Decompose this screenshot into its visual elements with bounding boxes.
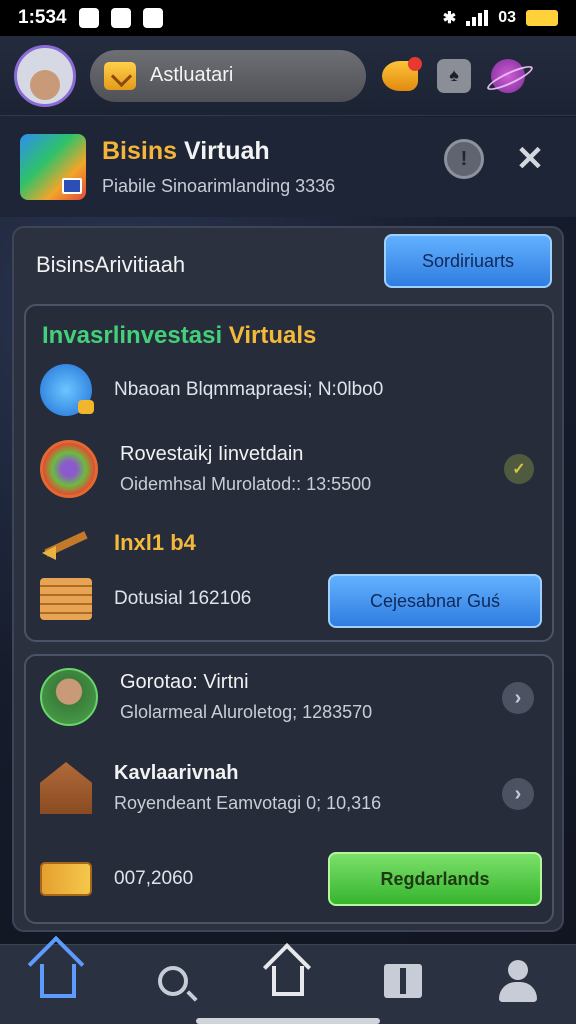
status-time: 1:534 — [18, 7, 67, 28]
coin-icon — [40, 440, 98, 498]
list-item-title: Kavlaarivnah — [114, 762, 239, 784]
app-logo — [20, 134, 86, 200]
profile-icon — [497, 959, 539, 1002]
card-heading-yellow: Virtuals — [228, 322, 317, 349]
check-icon: ✓ — [512, 461, 526, 478]
arrow-icon — [40, 528, 92, 558]
nav-home[interactable] — [28, 951, 88, 1011]
app-title-part1: Bisins — [102, 137, 178, 165]
house-icon — [271, 965, 304, 996]
list-item-title: Rovestaikj Iinvetdain — [120, 443, 304, 465]
map-icon — [384, 963, 423, 998]
app-title-part2: Virtuah — [183, 137, 270, 165]
list-item-subtitle: Glolarmeal Aluroletog; 1283570 — [120, 702, 373, 722]
card-heading-green: Invasrlinvestasi — [42, 322, 223, 349]
chevron-right-icon: › — [514, 782, 522, 805]
search-pill[interactable]: Astluatari — [90, 49, 366, 102]
investment-card: Invasrlinvestasi Virtuals Nbaoan Blqmmap… — [24, 304, 554, 642]
tag-button[interactable]: ♠ — [434, 56, 474, 96]
list-item[interactable]: Nbaoan Blqmmapraesi; N:0lbo0 — [40, 364, 383, 416]
chevron-right-icon: › — [514, 686, 522, 709]
list-item[interactable]: Kavlaarivnah Royendeant Eamvotagi 0; 10,… — [40, 762, 381, 814]
card-action-button[interactable]: Cejesabnar Guś — [328, 574, 542, 628]
user-avatar[interactable] — [14, 44, 76, 107]
home-icon — [39, 963, 76, 998]
list-item-text: Dotusial 162106 — [114, 588, 252, 609]
close-icon: ✕ — [515, 140, 545, 178]
battery-icon — [526, 10, 558, 26]
cash-icon — [40, 862, 92, 896]
status-right-text: 03 — [498, 9, 516, 26]
home-indicator — [196, 1018, 380, 1024]
status-bar: 1:534 ✱ 03 — [0, 0, 576, 36]
info-icon: ! — [460, 147, 468, 170]
list-item-subtitle: Royendeant Eamvotagi 0; 10,316 — [114, 793, 382, 813]
bluetooth-icon: ✱ — [442, 10, 457, 27]
chevron-right-button[interactable]: › — [502, 778, 534, 810]
app-header: Bisins Virtuah Piabile Sinoarimlanding 3… — [0, 117, 576, 217]
horn-icon — [382, 56, 422, 91]
notification-heart-icon — [142, 8, 163, 28]
search-pill-label: Astluatari — [150, 64, 234, 86]
nav-property[interactable] — [258, 951, 318, 1011]
list-item[interactable]: Rovestaikj Iinvetdain Oidemhsal Murolato… — [40, 440, 371, 498]
planet-button[interactable] — [488, 56, 528, 96]
app-subtitle: Piabile Sinoarimlanding 3336 — [102, 176, 336, 196]
portfolio-card: Gorotao: Virtni Glolarmeal Aluroletog; 1… — [24, 654, 554, 924]
list-item-text: Nbaoan Blqmmapraesi; N:0lbo0 — [114, 379, 384, 400]
nav-profile[interactable] — [488, 951, 548, 1011]
notification-g-icon — [78, 8, 99, 28]
app-title: Bisins Virtuah — [102, 137, 335, 166]
notification-app-icon — [110, 8, 131, 28]
folder-icon — [104, 61, 136, 90]
main-panel: BisinsArivitiaah Sordiriuarts Invasrlinv… — [12, 226, 564, 932]
panel-action-button[interactable]: Sordiriuarts — [384, 234, 552, 288]
list-item[interactable]: Inxl1 b4 — [40, 528, 196, 558]
horn-button[interactable] — [380, 56, 422, 96]
list-item: Dotusial 162106 — [40, 578, 251, 620]
person-icon — [40, 668, 98, 726]
list-item-subtitle: Oidemhsal Murolatod:: 13:5500 — [120, 474, 372, 494]
list-item: 007,2060 — [40, 862, 193, 896]
card-action-button-green[interactable]: Regdarlands — [328, 852, 542, 906]
tag-icon: ♠ — [437, 58, 471, 93]
search-icon — [157, 965, 188, 996]
wood-planks-icon — [40, 578, 92, 620]
nav-map[interactable] — [373, 951, 433, 1011]
list-item-text: 007,2060 — [114, 868, 194, 889]
check-badge[interactable]: ✓ — [504, 454, 534, 484]
list-item-title: Gorotao: Virtni — [120, 671, 249, 693]
info-button[interactable]: ! — [444, 139, 484, 179]
chevron-right-button[interactable]: › — [502, 682, 534, 714]
bottom-nav — [0, 944, 576, 1024]
chat-icon — [40, 364, 94, 416]
nav-search[interactable] — [143, 951, 203, 1011]
list-item[interactable]: Gorotao: Virtni Glolarmeal Aluroletog; 1… — [40, 668, 372, 726]
list-item-highlight: Inxl1 b4 — [114, 530, 196, 555]
avatar-face-icon — [30, 69, 60, 100]
house-money-icon — [40, 762, 92, 814]
panel-title: BisinsArivitiaah — [36, 252, 186, 277]
card-heading: Invasrlinvestasi Virtuals — [42, 322, 316, 350]
close-button[interactable]: ✕ — [510, 139, 550, 179]
top-bar: Astluatari ♠ — [0, 36, 576, 116]
planet-icon — [491, 58, 525, 93]
signal-icon — [466, 10, 489, 26]
